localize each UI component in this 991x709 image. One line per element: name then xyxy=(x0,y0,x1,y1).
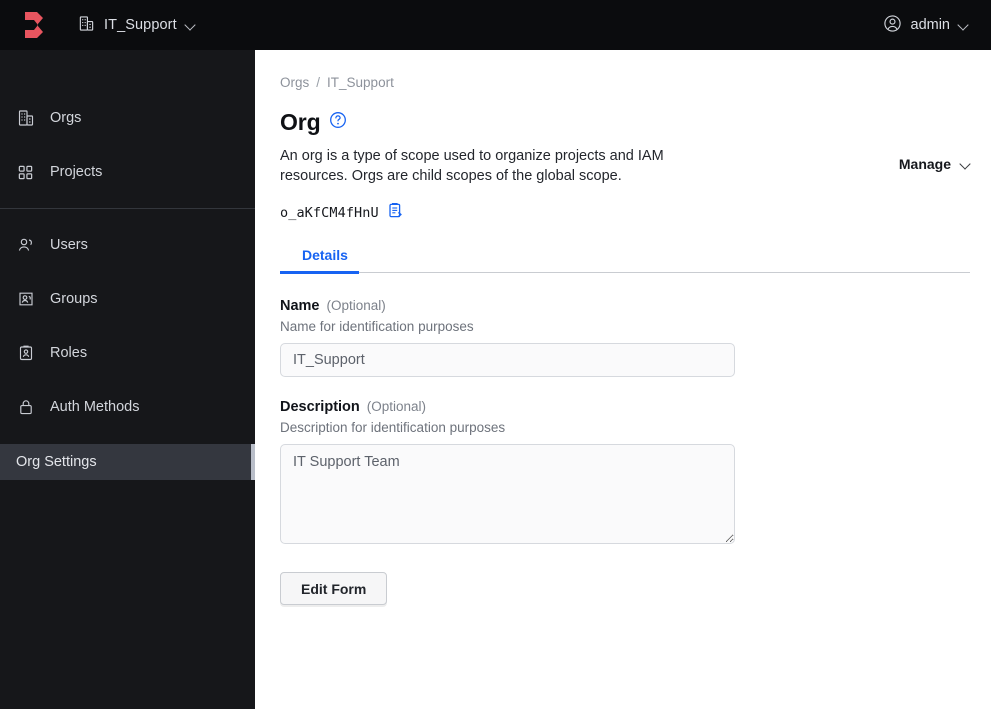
question-circle-icon[interactable] xyxy=(329,111,347,134)
page-description-row: An org is a type of scope used to organi… xyxy=(280,146,991,186)
building-icon xyxy=(78,15,95,36)
details-form: Name (Optional) Name for identification … xyxy=(280,298,991,605)
description-field-label: Description (Optional) xyxy=(280,399,991,415)
sidebar-item-org-settings[interactable]: Org Settings xyxy=(0,444,255,480)
sidebar-group-iam: Users Groups Roles Auth Methods xyxy=(0,227,255,425)
breadcrumb: Orgs / IT_Support xyxy=(280,75,991,90)
page-description: An org is a type of scope used to organi… xyxy=(280,148,664,184)
sidebar-item-orgs[interactable]: Orgs xyxy=(0,100,255,136)
top-bar: IT_Support admin xyxy=(0,0,991,50)
chevron-down-icon xyxy=(186,20,196,30)
description-textarea[interactable]: IT Support Team xyxy=(280,444,735,544)
page-title-row: Org xyxy=(280,109,991,136)
sidebar-item-users[interactable]: Users xyxy=(0,227,255,263)
boundary-logo-icon[interactable] xyxy=(18,10,48,40)
page-title: Org xyxy=(280,109,321,135)
sidebar: Orgs Projects Users Groups Roles Auth Me… xyxy=(0,50,255,709)
scope-switcher-label: IT_Support xyxy=(104,17,177,33)
chevron-down-icon xyxy=(961,159,971,169)
sidebar-item-label: Roles xyxy=(50,345,88,361)
name-field-label: Name (Optional) xyxy=(280,298,991,314)
chevron-down-icon xyxy=(959,20,969,30)
description-field-block: Description (Optional) Description for i… xyxy=(280,399,991,544)
breadcrumb-current[interactable]: IT_Support xyxy=(327,75,394,90)
sidebar-divider xyxy=(0,208,255,209)
tab-list: Details xyxy=(280,240,970,272)
sidebar-item-label: Org Settings xyxy=(16,454,97,470)
user-circle-icon xyxy=(883,14,902,37)
tab-details[interactable]: Details xyxy=(280,247,370,272)
id-badge-icon xyxy=(16,344,35,363)
main-content: Orgs / IT_Support Org An org is a type o… xyxy=(255,50,991,709)
users-icon xyxy=(16,236,35,255)
sidebar-item-roles[interactable]: Roles xyxy=(0,335,255,371)
tabs: Details xyxy=(280,240,970,274)
sidebar-item-label: Orgs xyxy=(50,110,82,126)
tab-active-indicator xyxy=(280,271,359,274)
sidebar-item-auth-methods[interactable]: Auth Methods xyxy=(0,389,255,425)
user-group-icon xyxy=(16,290,35,309)
sidebar-item-label: Groups xyxy=(50,291,98,307)
sidebar-item-label: Users xyxy=(50,237,88,253)
clipboard-copy-icon[interactable] xyxy=(388,202,404,224)
manage-dropdown-label: Manage xyxy=(898,156,951,172)
description-label-text: Description xyxy=(280,399,360,415)
name-field-help: Name for identification purposes xyxy=(280,319,474,334)
sidebar-group-scopes: Orgs Projects xyxy=(0,100,255,190)
manage-dropdown[interactable]: Manage xyxy=(899,156,971,172)
resource-id: o_aKfCM4fHnU xyxy=(280,205,379,221)
resource-id-row: o_aKfCM4fHnU xyxy=(280,202,991,224)
scope-switcher[interactable]: IT_Support xyxy=(78,15,196,36)
edit-form-button[interactable]: Edit Form xyxy=(280,572,388,605)
user-menu-label: admin xyxy=(910,17,951,33)
name-label-text: Name xyxy=(280,298,320,314)
user-menu[interactable]: admin xyxy=(883,14,970,37)
breadcrumb-separator: / xyxy=(316,75,321,90)
sidebar-item-label: Projects xyxy=(50,164,103,180)
sidebar-item-groups[interactable]: Groups xyxy=(0,281,255,317)
breadcrumb-orgs[interactable]: Orgs xyxy=(280,75,309,90)
description-field-help: Description for identification purposes xyxy=(280,420,506,435)
sidebar-item-label: Auth Methods xyxy=(50,399,140,415)
building-icon xyxy=(16,109,35,128)
name-optional-text: (Optional) xyxy=(326,298,386,313)
app-root: IT_Support admin Orgs Projects Users Gro… xyxy=(0,0,991,709)
lock-icon xyxy=(16,398,35,417)
sidebar-item-projects[interactable]: Projects xyxy=(0,154,255,190)
description-optional-text: (Optional) xyxy=(366,399,427,414)
name-field-block: Name (Optional) Name for identification … xyxy=(280,298,991,377)
tab-underline-track xyxy=(280,271,970,274)
name-input[interactable] xyxy=(280,343,735,377)
grid-icon xyxy=(16,163,35,182)
